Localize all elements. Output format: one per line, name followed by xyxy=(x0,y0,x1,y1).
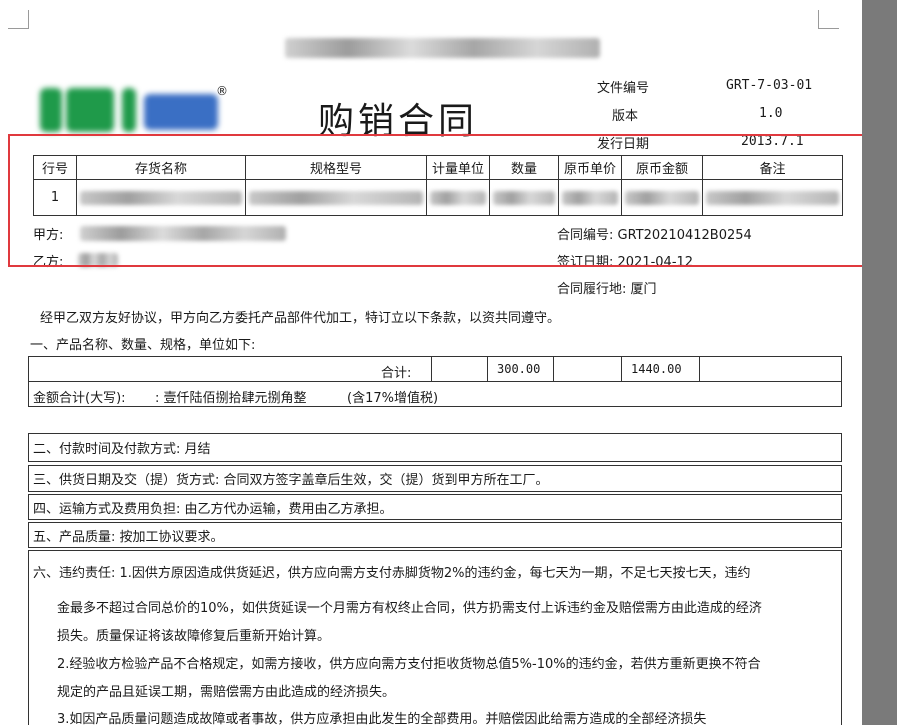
amount-in-words-row: 金额合计(大写): : 壹仟陆佰捌拾肆元捌角整 (含17%增值税) xyxy=(28,381,842,407)
registered-mark: ® xyxy=(216,84,228,98)
totals-quantity: 300.00 xyxy=(497,362,541,376)
term-delivery: 三、供货日期及交（提）货方式: 合同双方签字盖章后生效，交（提）货到甲方所在工厂… xyxy=(28,465,842,492)
term-payment: 二、付款时间及付款方式: 月结 xyxy=(28,433,842,462)
breach-line-3: 损失。质量保证将该故障修复后重新开始计算。 xyxy=(57,629,331,644)
company-logo xyxy=(40,88,220,132)
amount-words: : 壹仟陆佰捌拾肆元捌角整 xyxy=(155,391,307,406)
vertical-scrollbar[interactable] xyxy=(862,0,897,725)
document-page: ® 购销合同 文件编号 GRT-7-03-01 版本 1.0 发行日期 2013… xyxy=(0,0,876,727)
breach-line-2: 金最多不超过合同总价的10%，如供货延误一个月需方有权终止合同，供方扔需支付上诉… xyxy=(57,601,762,616)
tax-note: (含17%增值税) xyxy=(347,391,439,406)
company-name-redacted xyxy=(285,38,600,58)
totals-row: 合计: 300.00 1440.00 xyxy=(28,356,842,382)
crop-mark-top-right xyxy=(818,10,839,29)
totals-label: 合计: xyxy=(381,366,412,381)
totals-amount: 1440.00 xyxy=(631,362,682,376)
meta-value-file-no: GRT-7-03-01 xyxy=(726,78,813,93)
breach-line-1: 六、违约责任: 1.因供方原因造成供货延迟，供方应向需方支付赤脚货物2%的违约金… xyxy=(33,566,751,581)
section-1-title: 一、产品名称、数量、规格，单位如下: xyxy=(30,338,256,353)
meta-value-version: 1.0 xyxy=(759,106,783,121)
crop-mark-top-left xyxy=(8,10,29,29)
breach-line-4: 2.经验收方检验产品不合格规定，如需方接收，供方应向需方支付拒收货物总值5%-1… xyxy=(57,657,761,672)
term-breach-box: 六、违约责任: 1.因供方原因造成供货延迟，供方应向需方支付赤脚货物2%的违约金… xyxy=(28,550,842,727)
breach-line-5: 规定的产品且延误工期，需赔偿需方由此造成的经济损失。 xyxy=(57,685,396,700)
term-quality: 五、产品质量: 按加工协议要求。 xyxy=(28,522,842,548)
intro-text: 经甲乙双方友好协议，甲方向乙方委托产品部件代加工，特订立以下条款，以资共同遵守。 xyxy=(40,311,561,326)
meta-label-file-no: 文件编号 xyxy=(597,81,650,96)
amount-words-label: 金额合计(大写): xyxy=(33,391,126,406)
contract-place: 合同履行地: 厦门 xyxy=(557,282,657,297)
highlight-box xyxy=(8,134,876,267)
breach-line-6: 3.如因产品质量问题造成故障或者事故，供方应承担由此发生的全部费用。并赔偿因此给… xyxy=(57,712,707,727)
term-transport: 四、运输方式及费用负担: 由乙方代办运输，费用由乙方承担。 xyxy=(28,494,842,520)
meta-label-version: 版本 xyxy=(612,109,639,124)
